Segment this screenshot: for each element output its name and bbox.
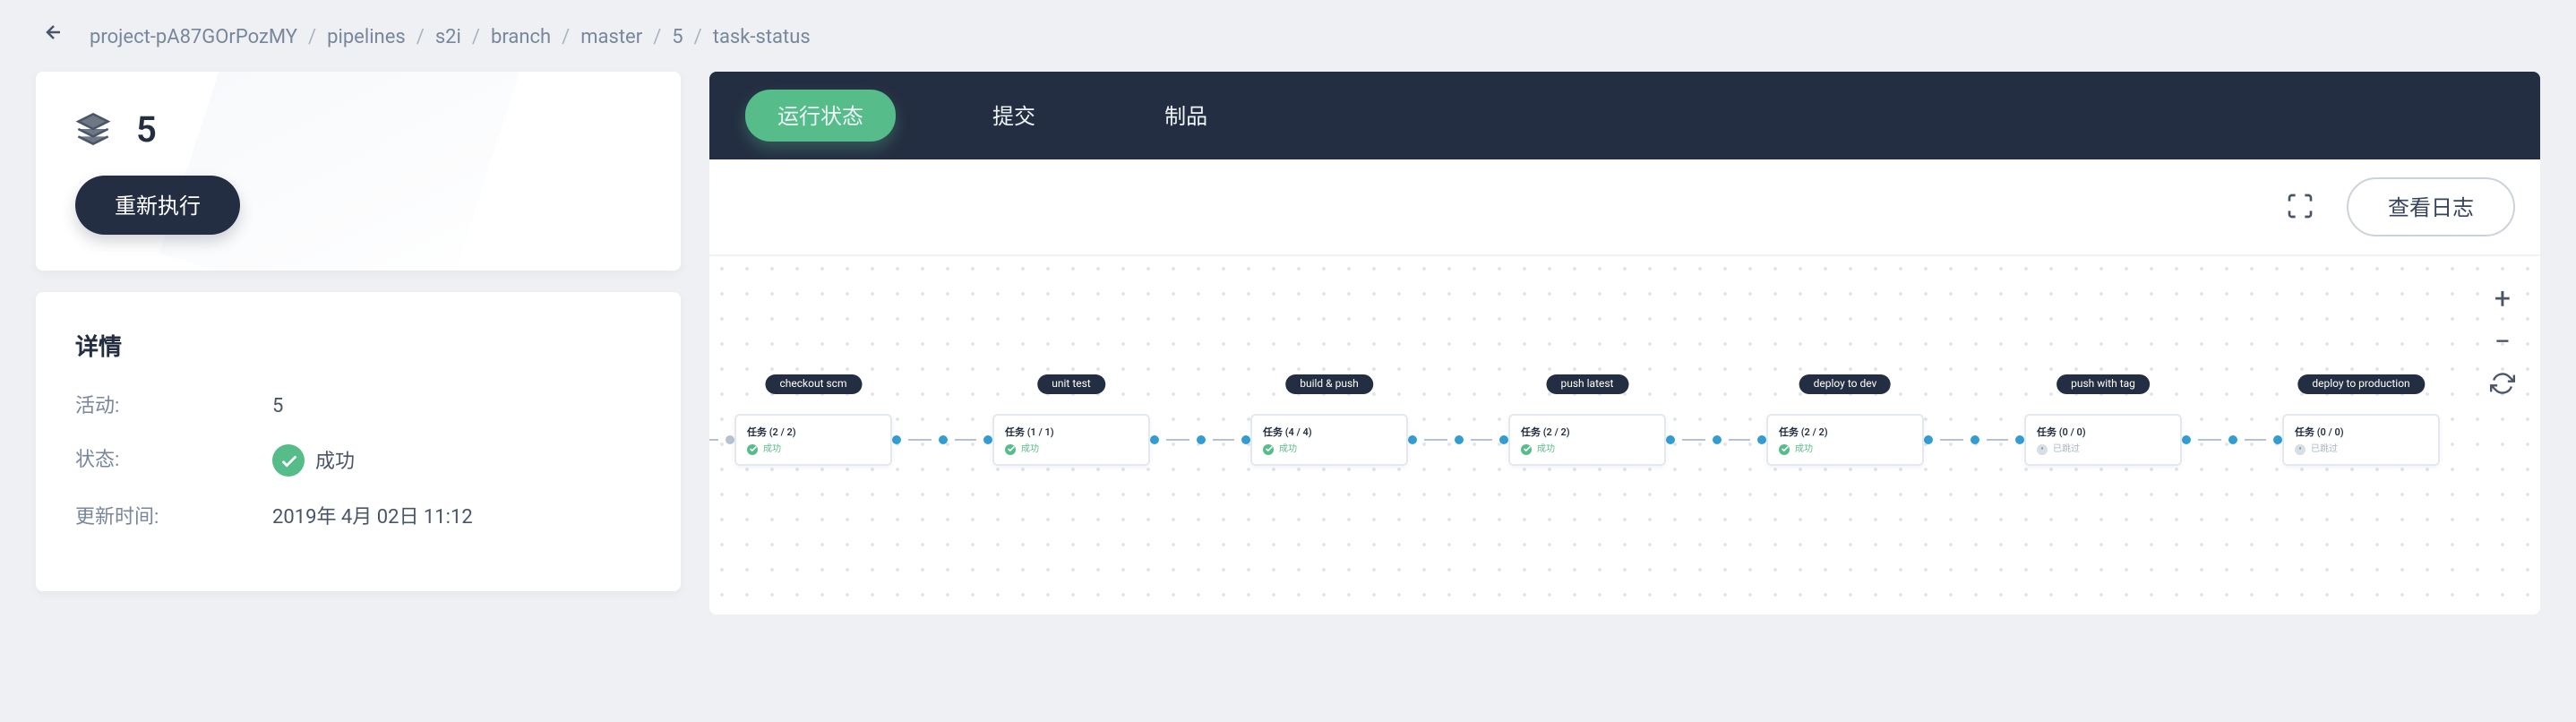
stage-card[interactable]: 任务 (2 / 2) 成功 — [1508, 414, 1666, 466]
stage-card[interactable]: 任务 (1 / 1) 成功 — [992, 414, 1150, 466]
stage-task-count: 任务 (0 / 0) — [2295, 425, 2427, 439]
check-icon — [1005, 443, 1016, 454]
updated-value: 2019年 4月 02日 11:12 — [272, 502, 473, 530]
stage-status: 成功 — [1521, 443, 1653, 455]
stage-name-badge: checkout scm — [766, 374, 862, 394]
stage-connector — [2182, 435, 2282, 444]
stage-name-badge: deploy to production — [2297, 374, 2424, 394]
breadcrumb-item[interactable]: project-pA87GOrPozMY — [90, 24, 297, 47]
stage-card[interactable]: 任务 (2 / 2) 成功 — [1766, 414, 1924, 466]
stage-task-count: 任务 (2 / 2) — [1521, 425, 1653, 439]
pipeline-stage[interactable]: deploy to dev任务 (2 / 2)成功 — [1766, 414, 1924, 466]
stage-connector — [1408, 435, 1508, 444]
breadcrumb-item[interactable]: 5 — [672, 24, 683, 47]
zoom-out-icon[interactable]: − — [2486, 324, 2519, 357]
tab-artifacts[interactable]: 制品 — [1132, 90, 1240, 142]
details-title: 详情 — [75, 328, 641, 362]
stage-status: •已跳过 — [2295, 443, 2427, 455]
stage-status: 成功 — [1263, 443, 1395, 455]
breadcrumb: project-pA87GOrPozMY / pipelines / s2i /… — [0, 0, 2576, 72]
details-card: 详情 活动: 5 状态: 成功 更新时间: 2019年 4月 — [36, 292, 681, 591]
updated-label: 更新时间: — [75, 502, 272, 530]
status-value: 成功 — [315, 446, 355, 475]
check-icon — [1263, 443, 1274, 454]
stage-connector — [892, 435, 992, 444]
refresh-icon[interactable] — [2486, 367, 2519, 400]
breadcrumb-item[interactable]: task-status — [713, 24, 811, 47]
stage-task-count: 任务 (1 / 1) — [1005, 425, 1138, 439]
stage-connector — [1924, 435, 2024, 444]
view-log-button[interactable]: 查看日志 — [2347, 177, 2515, 236]
check-icon — [747, 443, 758, 454]
pipeline-toolbar: 查看日志 — [709, 159, 2540, 256]
stage-status: 成功 — [747, 443, 880, 455]
stage-name-badge: build & push — [1285, 374, 1373, 394]
pipeline-canvas[interactable]: + − checkout scm 任务 (2 / 2) 成功 unit test 任务 … — [709, 256, 2540, 615]
breadcrumb-separator: / — [308, 24, 316, 47]
back-arrow-icon[interactable] — [43, 21, 64, 50]
stack-icon — [75, 111, 111, 147]
stage-name-badge: push with tag — [2057, 374, 2150, 394]
stage-task-count: 任务 (4 / 4) — [1263, 425, 1395, 439]
status-label: 状态: — [75, 444, 272, 477]
zoom-in-icon[interactable]: + — [2486, 281, 2519, 314]
stage-task-count: 任务 (0 / 0) — [2037, 425, 2169, 439]
run-header-card: 5 重新执行 — [36, 72, 681, 271]
stage-task-count: 任务 (2 / 2) — [747, 425, 880, 439]
stage-name-badge: unit test — [1037, 374, 1105, 394]
stage-status: 成功 — [1779, 443, 1911, 455]
stage-name-badge: push latest — [1547, 374, 1628, 394]
pipeline-stage[interactable]: deploy to production任务 (0 / 0)•已跳过 — [2282, 414, 2440, 466]
breadcrumb-separator: / — [694, 24, 702, 47]
pipeline-stage[interactable]: unit test任务 (1 / 1)成功 — [992, 414, 1150, 466]
stage-card[interactable]: 任务 (4 / 4) 成功 — [1250, 414, 1408, 466]
activity-label: 活动: — [75, 391, 272, 419]
check-icon — [1521, 443, 1532, 454]
stage-name-badge: deploy to dev — [1799, 374, 1892, 394]
stage-task-count: 任务 (2 / 2) — [1779, 425, 1911, 439]
breadcrumb-separator: / — [472, 24, 480, 47]
tab-run-status[interactable]: 运行状态 — [745, 90, 896, 142]
stage-connector — [1666, 435, 1766, 444]
stage-status: •已跳过 — [2037, 443, 2169, 455]
breadcrumb-item[interactable]: s2i — [435, 24, 461, 47]
rerun-button[interactable]: 重新执行 — [75, 176, 240, 235]
skipped-icon: • — [2037, 443, 2048, 454]
pipeline-stage[interactable]: checkout scm任务 (2 / 2)成功 — [734, 414, 892, 466]
success-check-icon — [272, 444, 305, 477]
pipeline-stage[interactable]: build & push任务 (4 / 4)成功 — [1250, 414, 1408, 466]
tab-commit[interactable]: 提交 — [960, 90, 1068, 142]
breadcrumb-item[interactable]: branch — [491, 24, 551, 47]
stage-card[interactable]: 任务 (0 / 0) •已跳过 — [2282, 414, 2440, 466]
stage-card[interactable]: 任务 (2 / 2) 成功 — [734, 414, 892, 466]
pipeline-stage[interactable]: push latest任务 (2 / 2)成功 — [1508, 414, 1666, 466]
run-number: 5 — [136, 107, 157, 150]
skipped-icon: • — [2295, 443, 2306, 454]
activity-value: 5 — [272, 391, 283, 419]
stage-card[interactable]: 任务 (0 / 0) •已跳过 — [2024, 414, 2182, 466]
check-icon — [1779, 443, 1790, 454]
breadcrumb-item[interactable]: pipelines — [327, 24, 406, 47]
breadcrumb-item[interactable]: master — [580, 24, 642, 47]
stage-connector — [1150, 435, 1250, 444]
breadcrumb-separator: / — [416, 24, 425, 47]
breadcrumb-separator: / — [562, 24, 570, 47]
fullscreen-icon[interactable] — [2286, 191, 2318, 223]
breadcrumb-separator: / — [653, 24, 661, 47]
tabs-bar: 运行状态 提交 制品 — [709, 72, 2540, 159]
pipeline-stage[interactable]: push with tag任务 (0 / 0)•已跳过 — [2024, 414, 2182, 466]
stage-status: 成功 — [1005, 443, 1138, 455]
